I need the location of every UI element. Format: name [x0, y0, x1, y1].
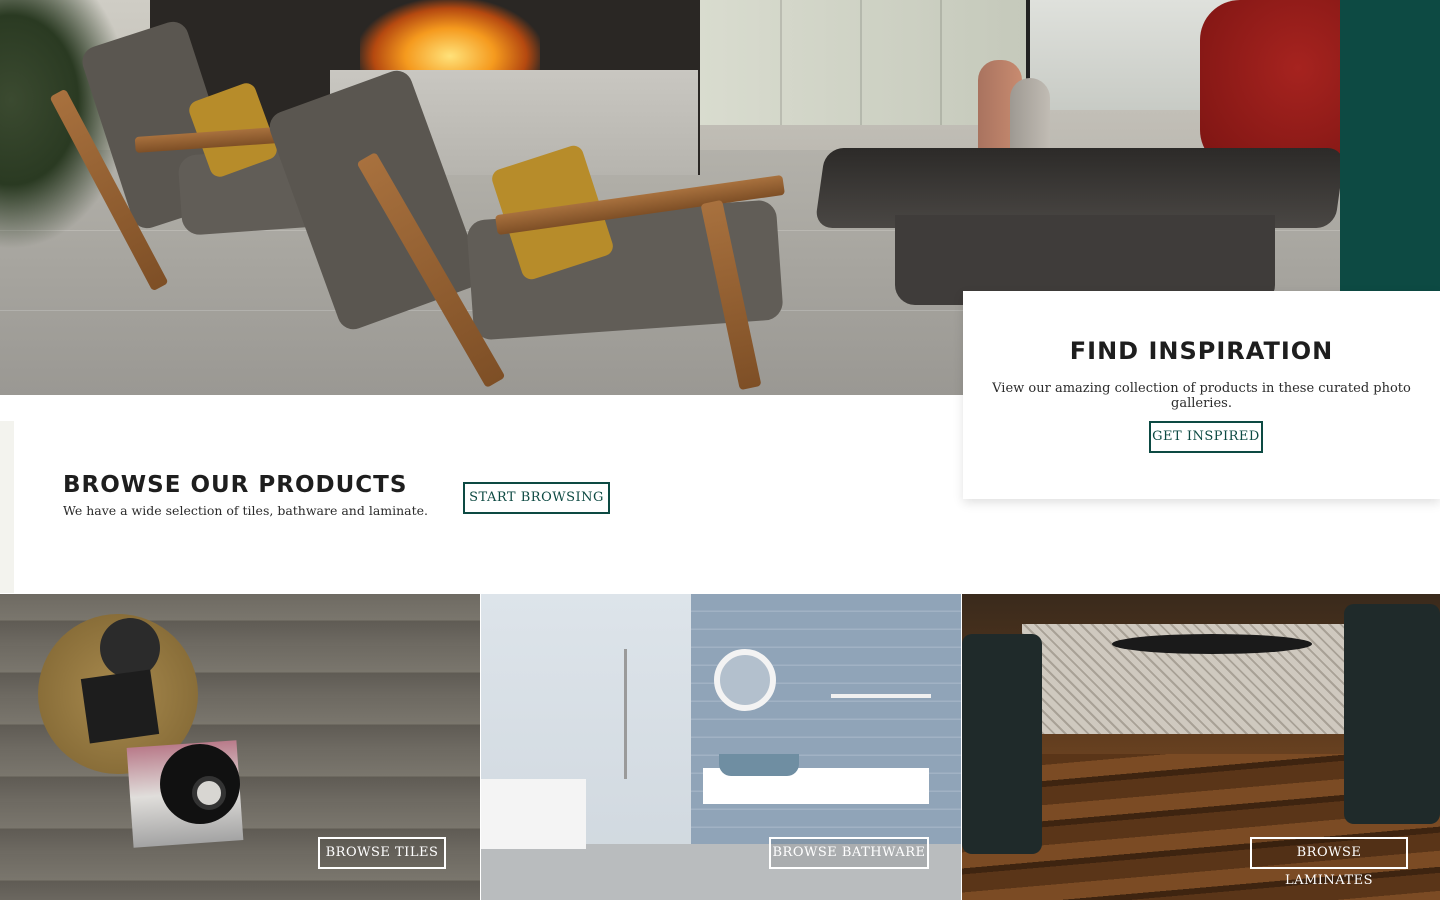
inspiration-card: FIND INSPIRATION View our amazing collec…	[963, 291, 1440, 499]
tile-bowl	[100, 618, 160, 678]
start-browsing-button[interactable]: START BROWSING	[463, 482, 610, 514]
get-inspired-button[interactable]: GET INSPIRED	[1149, 421, 1263, 453]
browse-left-accent	[0, 421, 14, 593]
hero-fire	[360, 0, 540, 70]
tile-armchair-left	[962, 634, 1042, 854]
hero-red-sofa	[1200, 0, 1340, 170]
tile-coffee-table	[1112, 634, 1312, 654]
tile-shower-pipe	[624, 649, 627, 779]
inspiration-description: View our amazing collection of products …	[992, 381, 1411, 411]
hero-cabinet-door-line	[940, 0, 942, 125]
browse-tiles-button[interactable]: BROWSE TILES	[318, 837, 446, 869]
tile-armchair-right	[1344, 604, 1440, 824]
inspiration-title: FIND INSPIRATION	[1069, 337, 1334, 365]
tile-bath-ledge	[481, 779, 586, 849]
tile-book	[80, 669, 160, 744]
tile-shelf	[831, 694, 931, 698]
accent-strip	[1340, 0, 1440, 292]
category-tile-tiles[interactable]: BROWSE TILES	[0, 594, 480, 900]
hero-cabinet-door-line	[780, 0, 782, 125]
tile-basin	[719, 754, 799, 776]
browse-title: BROWSE OUR PRODUCTS	[63, 472, 408, 498]
tile-round-mirror	[714, 649, 776, 711]
page: FIND INSPIRATION View our amazing collec…	[0, 0, 1440, 900]
category-tile-laminates[interactable]: BROWSE LAMINATES	[962, 594, 1440, 900]
category-tile-bathware[interactable]: BROWSE BATHWARE	[481, 594, 961, 900]
tile-coffee-cup	[192, 776, 226, 810]
hero-cabinet-door-line	[860, 0, 862, 125]
browse-laminates-button[interactable]: BROWSE LAMINATES	[1250, 837, 1408, 888]
browse-description: We have a wide selection of tiles, bathw…	[63, 503, 429, 518]
browse-bathware-button[interactable]: BROWSE BATHWARE	[769, 837, 929, 869]
